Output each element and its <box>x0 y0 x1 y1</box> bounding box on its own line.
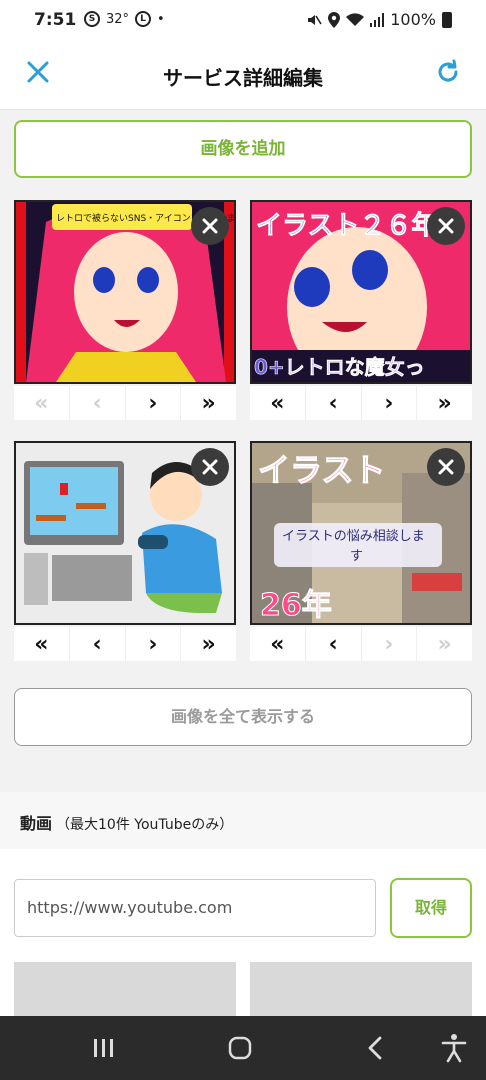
battery-icon <box>442 11 452 28</box>
content-scroll[interactable]: 画像を追加 レトロで被らないSNS・アイコンを制作します。 « ‹ › » イラ… <box>0 111 486 1016</box>
signal-icon <box>370 12 385 27</box>
status-left-icons: S 32° L • <box>84 11 165 27</box>
video-thumbnail-placeholder <box>250 962 472 1016</box>
caption-4: イラスト <box>258 451 385 489</box>
image-card-1: レトロで被らないSNS・アイコンを制作します。 « ‹ › » <box>14 200 236 420</box>
system-nav-bar <box>0 1016 486 1080</box>
caption-2: イラスト２６年 <box>256 210 437 241</box>
home-button[interactable] <box>224 1032 256 1064</box>
image-thumbnail-1[interactable]: レトロで被らないSNS・アイコンを制作します。 <box>14 200 236 384</box>
temperature-text: 32° <box>106 11 130 27</box>
image-nav-row: « ‹ › » <box>250 627 472 661</box>
move-next-button[interactable]: › <box>362 386 418 420</box>
recent-apps-button[interactable] <box>88 1032 120 1064</box>
close-icon <box>202 218 218 234</box>
location-icon <box>328 11 341 28</box>
battery-percent: 100% <box>390 10 436 29</box>
video-note: （最大10件 YouTubeのみ） <box>56 817 234 833</box>
image-thumbnail-3[interactable] <box>14 441 236 625</box>
move-next-button[interactable]: › <box>362 627 418 661</box>
show-all-images-button[interactable]: 画像を全て表示する <box>14 688 472 746</box>
refresh-icon[interactable] <box>434 58 462 86</box>
image-thumbnail-4[interactable]: イラスト イラストの悩み相談しま す 26年 <box>250 441 472 625</box>
image-card-2: イラスト２６年 0+レトロな魔女っ « ‹ › » <box>250 200 472 420</box>
notification-icon: S <box>84 11 100 27</box>
back-icon <box>368 1036 382 1060</box>
image-thumbnail-2[interactable]: イラスト２６年 0+レトロな魔女っ <box>250 200 472 384</box>
move-first-button[interactable]: « <box>14 386 70 420</box>
move-first-button[interactable]: « <box>14 627 70 661</box>
remove-image-button[interactable] <box>191 207 229 245</box>
mute-icon <box>308 14 322 25</box>
line-app-icon: L <box>135 11 152 27</box>
close-icon <box>202 459 218 475</box>
dot-icon: • <box>157 11 165 27</box>
status-right: 100% <box>306 10 452 29</box>
mid-text-4b: す <box>350 549 363 564</box>
bottom-text-2: 0+レトロな魔女っ <box>254 355 425 379</box>
move-prev-button[interactable]: ‹ <box>306 386 362 420</box>
video-section-header: 動画 （最大10件 YouTubeのみ） <box>0 792 486 849</box>
image-card-3: « ‹ › » <box>14 441 236 661</box>
status-bar: 7:51 S 32° L • 100% <box>0 0 486 40</box>
close-icon <box>438 459 454 475</box>
home-icon <box>228 1036 252 1060</box>
close-icon <box>438 218 454 234</box>
add-image-button[interactable]: 画像を追加 <box>14 120 472 178</box>
move-first-button[interactable]: « <box>250 627 306 661</box>
wifi-icon <box>346 12 365 26</box>
move-last-button[interactable]: » <box>181 386 236 420</box>
move-last-button[interactable]: » <box>417 627 472 661</box>
video-label: 動画 <box>20 814 53 833</box>
video-section: 動画 （最大10件 YouTubeのみ） https://www.youtube.… <box>0 792 486 1016</box>
remove-image-button[interactable] <box>427 448 465 486</box>
move-next-button[interactable]: › <box>126 386 182 420</box>
bottom-text-4: 26年 <box>260 588 332 623</box>
app-header: サービス詳細編集 <box>0 40 486 110</box>
image-nav-row: « ‹ › » <box>250 386 472 420</box>
move-last-button[interactable]: » <box>417 386 472 420</box>
image-nav-row: « ‹ › » <box>14 386 236 420</box>
move-prev-button[interactable]: ‹ <box>70 627 126 661</box>
video-thumbnail-placeholder <box>14 962 236 1016</box>
accessibility-icon <box>441 1034 467 1063</box>
image-nav-row: « ‹ › » <box>14 627 236 661</box>
mid-text-4: イラストの悩み相談しま <box>282 528 425 544</box>
youtube-url-input[interactable]: https://www.youtube.com <box>14 879 376 937</box>
remove-image-button[interactable] <box>191 448 229 486</box>
video-title: 動画 （最大10件 YouTubeのみ） <box>20 810 233 834</box>
image-card-4: イラスト イラストの悩み相談しま す 26年 « ‹ › » <box>250 441 472 661</box>
fetch-button[interactable]: 取得 <box>390 878 472 938</box>
page-title: サービス詳細編集 <box>163 66 323 90</box>
move-next-button[interactable]: › <box>126 627 182 661</box>
remove-image-button[interactable] <box>427 207 465 245</box>
move-first-button[interactable]: « <box>250 386 306 420</box>
move-last-button[interactable]: » <box>181 627 236 661</box>
recent-apps-icon <box>94 1039 113 1057</box>
back-button[interactable] <box>360 1032 392 1064</box>
accessibility-button[interactable] <box>438 1032 470 1064</box>
status-time: 7:51 <box>34 10 77 30</box>
move-prev-button[interactable]: ‹ <box>70 386 126 420</box>
move-prev-button[interactable]: ‹ <box>306 627 362 661</box>
